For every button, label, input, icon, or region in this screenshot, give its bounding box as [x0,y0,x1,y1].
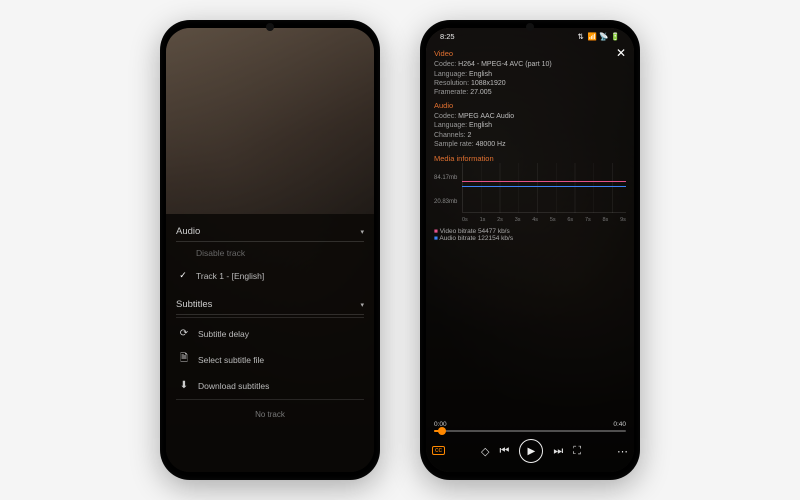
rotate-button[interactable]: ◇ [481,445,489,458]
video-info-title: Video [434,49,626,59]
audio-bitrate-line [462,186,626,187]
download-subtitle-option[interactable]: ⬇ Download subtitles [176,374,364,397]
audio-sr-row: Sample rate: 48000 Hz [434,140,626,149]
seek-knob[interactable] [438,427,446,435]
phone-right: 8:25 ⇅ 📶 📡 🔋 ✕ Video Codec: H264 - MPEG-… [420,20,640,480]
camera-notch [266,23,274,31]
file-icon: 🗎 [178,351,190,368]
chart-x-labels: 0s1s2s3s4s5s6s7s8s9s [462,217,626,223]
close-button[interactable]: ✕ [616,46,626,60]
chevron-down-icon: ▾ [360,301,364,309]
y-tick-low: 20.83mb [434,199,457,205]
prev-button[interactable]: ⏮ [499,445,509,458]
divider [176,399,364,400]
select-subtitle-option[interactable]: 🗎 Select subtitle file [176,345,364,374]
status-icons: 📶 📡 🔋 [588,32,620,41]
audio-lang-row: Language: English [434,121,626,130]
check-icon: ✓ [178,270,188,281]
subtitles-section-header[interactable]: Subtitles ▾ [176,293,364,315]
download-icon: ⬇ [178,380,190,391]
crop-button[interactable]: ⛶ [573,445,581,458]
subtitle-toggle-button[interactable]: cc [432,446,445,455]
disable-track-label: Disable track [196,248,245,258]
audio-info-title: Audio [434,101,626,111]
disable-track-option[interactable]: Disable track [176,242,364,264]
media-info-panel: Video Codec: H264 - MPEG-4 AVC (part 10)… [434,46,626,165]
track1-option[interactable]: ✓ Track 1 - [English] [176,264,364,287]
screen-right: 8:25 ⇅ 📶 📡 🔋 ✕ Video Codec: H264 - MPEG-… [426,28,634,472]
audio-ch-row: Channels: 2 [434,131,626,140]
seek-track[interactable] [434,430,626,432]
audio-codec-row: Codec: MPEG AAC Audio [434,112,626,121]
audio-bitrate-row: Audio bitrate 122154 kb/s [434,235,513,242]
play-button[interactable]: ▶ [519,439,543,463]
video-codec-row: Codec: H264 - MPEG-4 AVC (part 10) [434,60,626,69]
video-fr-row: Framerate: 27.005 [434,88,626,97]
bitrate-legend: Video bitrate 54477 kb/s Audio bitrate 1… [434,228,513,242]
chevron-down-icon: ▾ [360,228,364,236]
select-subtitle-label: Select subtitle file [198,355,264,365]
video-bitrate-line [462,181,626,182]
subtitles-section-label: Subtitles [176,299,212,310]
chart-grid [462,163,626,213]
delay-icon: ⟳ [178,328,190,339]
download-subtitle-label: Download subtitles [198,381,269,391]
video-preview-area[interactable] [166,28,374,214]
seek-bar[interactable]: 0:00 0:40 [434,421,626,432]
video-bitrate-row: Video bitrate 54477 kb/s [434,228,513,235]
track-menu-panel: Audio ▾ Disable track ✓ Track 1 - [Engli… [166,214,374,472]
screen-left: Audio ▾ Disable track ✓ Track 1 - [Engli… [166,28,374,472]
camera-notch [526,23,534,31]
audio-section-header[interactable]: Audio ▾ [176,220,364,242]
player-controls: cc ◇ ⏮ ▶ ⏭ ⛶ ⋯ [432,438,628,464]
next-button[interactable]: ⏭ [553,445,563,458]
y-tick-high: 84.17mb [434,175,457,181]
time-duration: 0:40 [613,421,626,428]
status-time: 8:25 [440,32,455,41]
bitrate-chart: 84.17mb 20.83mb 0s1s2s3s4s5s6s7s8s9s [434,163,626,223]
status-net-icon: ⇅ [578,32,584,41]
divider [176,317,364,318]
subtitle-delay-label: Subtitle delay [198,329,249,339]
video-res-row: Resolution: 1088x1920 [434,79,626,88]
video-lang-row: Language: English [434,70,626,79]
more-button[interactable]: ⋯ [617,445,628,458]
subtitle-delay-option[interactable]: ⟳ Subtitle delay [176,322,364,345]
track1-label: Track 1 - [English] [196,271,264,281]
no-track-label: No track [176,404,364,419]
audio-section-label: Audio [176,226,200,237]
phone-left: Audio ▾ Disable track ✓ Track 1 - [Engli… [160,20,380,480]
